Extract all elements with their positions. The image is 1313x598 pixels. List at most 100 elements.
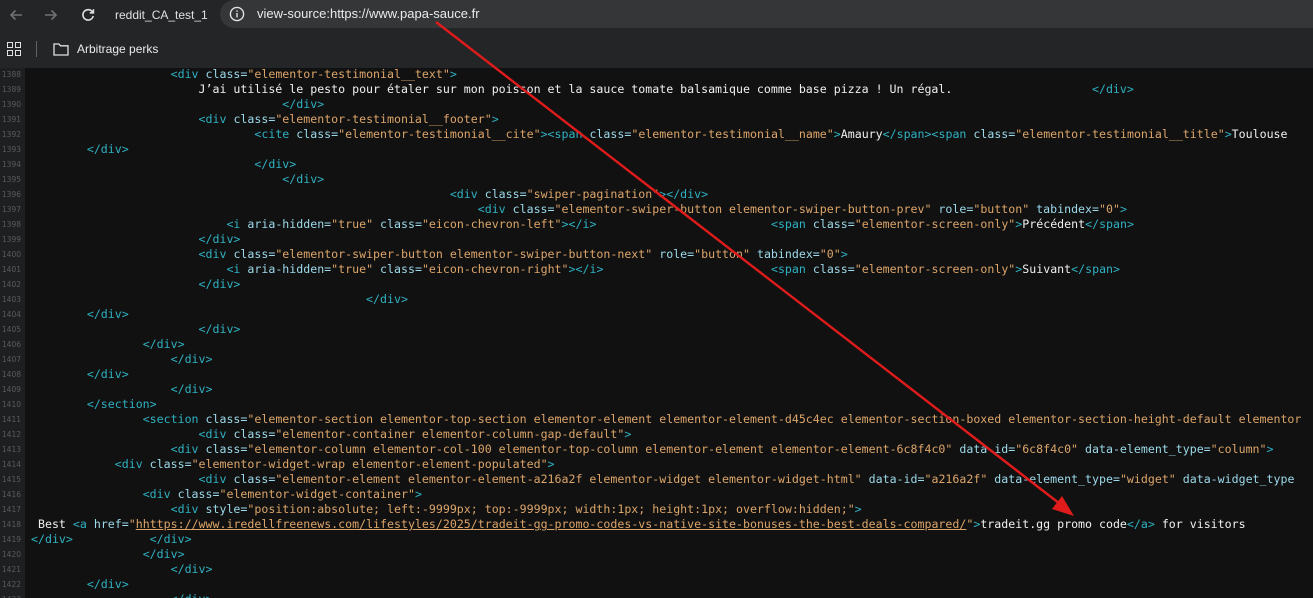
code-tag: </div> [198, 322, 241, 336]
code-tag: > [1224, 127, 1232, 141]
source-line: 1404 </div> [0, 307, 1313, 322]
code-tag: <div [170, 502, 206, 516]
code-value: "elementor-container elementor-column-ga… [275, 427, 625, 441]
bookmark-arbitrage-perks[interactable]: Arbitrage perks [53, 41, 158, 57]
line-number: 1409 [1, 385, 21, 394]
tab-title[interactable]: reddit_CA_test_1 [115, 6, 208, 24]
code-tag: > [547, 457, 555, 471]
code-value: "elementor-column elementor-col-100 elem… [247, 442, 953, 456]
source-code: Best <a href="hhttps://www.iredellfreene… [31, 517, 1246, 532]
code-tag: </a> [1126, 517, 1155, 531]
code-tag: </div> [282, 172, 325, 186]
source-line: 1399 </div> [0, 232, 1313, 247]
line-number: 1397 [1, 205, 21, 214]
source-line: 1422 </div> [0, 577, 1313, 592]
code-tag: </div> [254, 157, 297, 171]
line-number: 1391 [1, 115, 21, 124]
back-button[interactable] [3, 3, 29, 27]
source-line: 1411 <section class="elementor-section e… [0, 412, 1313, 427]
code-attr: class= [233, 112, 276, 126]
reload-button[interactable] [75, 3, 101, 27]
line-number: 1412 [1, 430, 21, 439]
code-tag: </div> [198, 232, 241, 246]
code-attr: tabindex= [1029, 202, 1099, 216]
code-attr: data-widget_type [1175, 472, 1295, 486]
line-number: 1390 [1, 100, 21, 109]
source-code: <i aria-hidden="true" class="eicon-chevr… [31, 262, 1120, 277]
code-value: "0" [1099, 202, 1120, 216]
code-attr: class= [484, 187, 527, 201]
line-number: 1396 [1, 190, 21, 199]
source-code: </div> [31, 382, 213, 397]
code-tag: ></div> [659, 187, 709, 201]
source-line: 1390 </div> [0, 97, 1313, 112]
source-code: </div> [31, 157, 296, 172]
code-value: "button" [973, 202, 1030, 216]
source-code: </div> </div> [31, 532, 192, 547]
code-text: Toulouse [1231, 127, 1288, 141]
source-line: 1393 </div> [0, 142, 1313, 157]
code-value: "eicon-chevron-left" [421, 217, 562, 231]
source-line: 1413 <div class="elementor-column elemen… [0, 442, 1313, 457]
code-tag: </section> [86, 397, 157, 411]
source-code: J’ai utilisé le pesto pour étaler sur mo… [31, 82, 1134, 97]
line-number: 1404 [1, 310, 21, 319]
code-tag: </div> [198, 277, 241, 291]
source-line: 1418 Best <a href="hhttps://www.iredellf… [0, 517, 1313, 532]
source-code: </div> [31, 577, 129, 592]
source-code: </div> [31, 307, 129, 322]
code-attr: aria-hidden= [247, 217, 332, 231]
line-number: 1406 [1, 340, 21, 349]
code-attr: class= [149, 457, 192, 471]
source-line: 1407 </div> [0, 352, 1313, 367]
code-tag: <div [170, 442, 206, 456]
url-text[interactable]: view-source:https://www.papa-sauce.fr [257, 5, 480, 23]
code-tag: <div [198, 427, 234, 441]
line-number: 1400 [1, 250, 21, 259]
code-attr: class= [296, 127, 339, 141]
code-attr: data-id= [952, 442, 1016, 456]
source-code: </div> [31, 172, 324, 187]
browser-toolbar: reddit_CA_test_1 view-source:https://www… [0, 0, 1313, 30]
code-tag: <div [198, 472, 234, 486]
code-tag: </span> [1071, 262, 1121, 276]
line-number: 1402 [1, 280, 21, 289]
code-value: "elementor-screen-only" [854, 262, 1016, 276]
code-attr: aria-hidden= [247, 262, 332, 276]
line-number: 1414 [1, 460, 21, 469]
code-tag: </div> [170, 382, 213, 396]
source-line: 1414 <div class="elementor-widget-wrap e… [0, 457, 1313, 472]
line-number: 1421 [1, 565, 21, 574]
code-value: "swiper-pagination" [526, 187, 660, 201]
code-attr: class= [205, 412, 248, 426]
code-text: tradeit.gg promo code [980, 517, 1127, 531]
code-tag: <div [170, 68, 206, 81]
source-view[interactable]: 1388 <div class="elementor-testimonial__… [0, 68, 1313, 598]
line-number: 1417 [1, 505, 21, 514]
code-link[interactable]: hhttps://www.iredellfreenews.com/lifesty… [136, 517, 967, 531]
source-code: <div class="elementor-column elementor-c… [31, 442, 1274, 457]
source-code: <div class="elementor-swiper-button elem… [31, 247, 848, 262]
line-number: 1395 [1, 175, 21, 184]
source-line: 1423 </div> [0, 592, 1313, 598]
info-icon[interactable] [229, 6, 245, 22]
code-tag: <section [142, 412, 206, 426]
source-code: <cite class="elementor-testimonial__cite… [31, 127, 1288, 142]
code-tag: ></i> [568, 262, 604, 276]
source-line: 1416 <div class="elementor-widget-contai… [0, 487, 1313, 502]
forward-button[interactable] [38, 3, 64, 27]
code-tag: ><span [540, 127, 590, 141]
apps-grid-icon[interactable] [7, 42, 21, 56]
code-tag: > [833, 127, 841, 141]
code-tag: <span [770, 217, 813, 231]
source-line: 1406 </div> [0, 337, 1313, 352]
address-bar[interactable]: view-source:https://www.papa-sauce.fr [220, 0, 1313, 28]
line-number: 1393 [1, 145, 21, 154]
bookmarks-divider [36, 41, 37, 57]
code-tag: > [414, 487, 422, 501]
code-value: "button" [694, 247, 750, 261]
source-line: 1388 <div class="elementor-testimonial__… [0, 68, 1313, 82]
source-code: </div> [31, 97, 324, 112]
source-code: <i aria-hidden="true" class="eicon-chevr… [31, 217, 1134, 232]
